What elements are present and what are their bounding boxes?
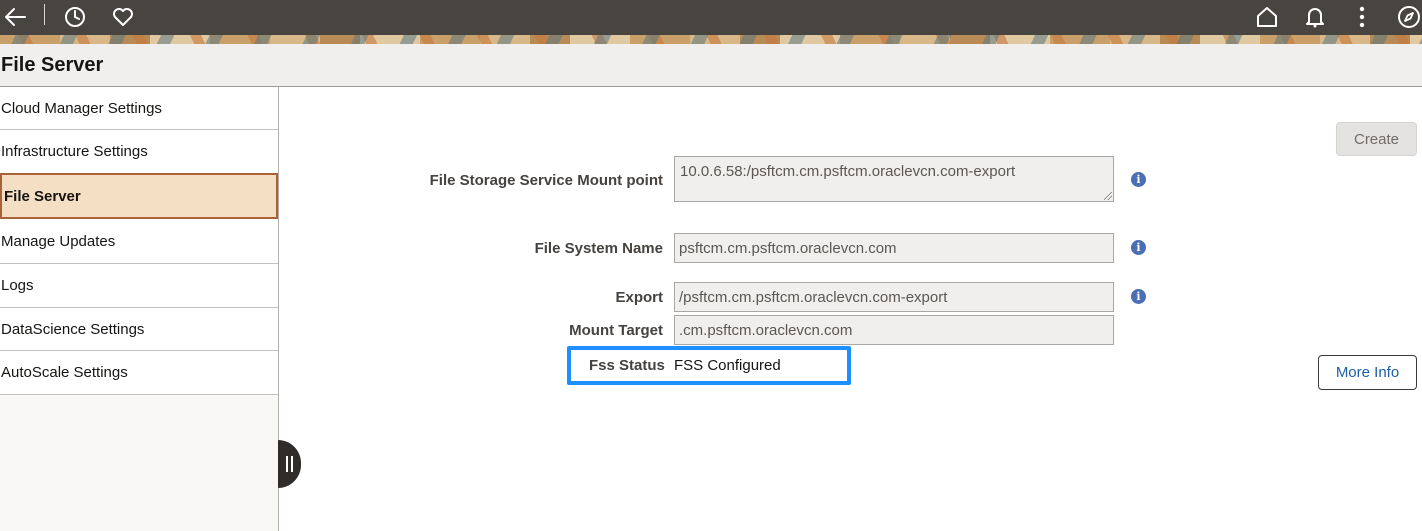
page-title: File Server [1,54,104,76]
navigator-icon[interactable] [1396,4,1422,30]
banner-divider [44,4,45,25]
home-icon[interactable] [1254,4,1280,30]
sidebar-item-datascience-settings[interactable]: DataScience Settings [0,308,278,351]
notifications-icon[interactable] [1302,4,1328,30]
page-header: File Server [0,44,1422,87]
favorites-icon[interactable] [110,4,136,30]
more-info-button[interactable]: More Info [1318,355,1417,390]
mount-point-value: 10.0.6.58:/psftcm.cm.psftcm.oraclevcn.co… [680,163,1016,180]
create-button[interactable]: Create [1336,122,1417,156]
fss-status-label: Fss Status [589,357,665,374]
mount-point-field[interactable]: 10.0.6.58:/psftcm.cm.psftcm.oraclevcn.co… [674,156,1114,202]
file-system-name-field[interactable]: psftcm.cm.psftcm.oraclevcn.com [674,233,1114,263]
sidebar-item-label: DataScience Settings [1,320,145,338]
sidebar-item-label: AutoScale Settings [1,364,128,381]
info-icon[interactable]: i [1131,240,1146,255]
sidebar-item-label: Manage Updates [1,232,116,250]
resize-grip-icon[interactable] [1104,192,1112,200]
history-icon[interactable] [62,4,88,30]
fss-status-value: FSS Configured [674,357,781,374]
info-icon[interactable]: i [1131,172,1146,187]
mount-target-field[interactable]: .cm.psftcm.oraclevcn.com [674,315,1114,345]
more-actions-icon[interactable] [1349,4,1375,30]
mount-point-label: File Storage Service Mount point [429,172,663,189]
mount-target-label: Mount Target [569,322,663,339]
sidebar-item-infrastructure-settings[interactable]: Infrastructure Settings [0,130,278,174]
sidebar-item-manage-updates[interactable]: Manage Updates [0,219,278,264]
file-system-name-value: psftcm.cm.psftcm.oraclevcn.com [679,239,897,257]
top-banner [0,0,1422,35]
export-label: Export [615,289,663,306]
drag-handle-icon [286,456,293,472]
file-system-name-label: File System Name [534,240,663,257]
sidebar: Cloud Manager Settings Infrastructure Se… [0,87,279,531]
sidebar-item-autoscale-settings[interactable]: AutoScale Settings [0,351,278,395]
sidebar-item-logs[interactable]: Logs [0,264,278,308]
sidebar-item-file-server[interactable]: File Server [0,173,278,219]
sidebar-item-label: Infrastructure Settings [1,143,148,160]
sidebar-item-label: Logs [1,277,34,294]
mount-target-value: .cm.psftcm.oraclevcn.com [679,321,853,339]
sidebar-item-label: Cloud Manager Settings [1,99,162,117]
sidebar-item-cloud-manager-settings[interactable]: Cloud Manager Settings [0,87,278,130]
decorative-banner-pattern [0,35,1422,44]
back-arrow-icon[interactable] [2,4,28,30]
sidebar-collapse-handle[interactable] [278,440,301,488]
sidebar-item-label: File Server [4,187,81,205]
export-field[interactable]: /psftcm.cm.psftcm.oraclevcn.com-export [674,282,1114,312]
export-value: /psftcm.cm.psftcm.oraclevcn.com-export [679,288,948,306]
info-icon[interactable]: i [1131,289,1146,304]
